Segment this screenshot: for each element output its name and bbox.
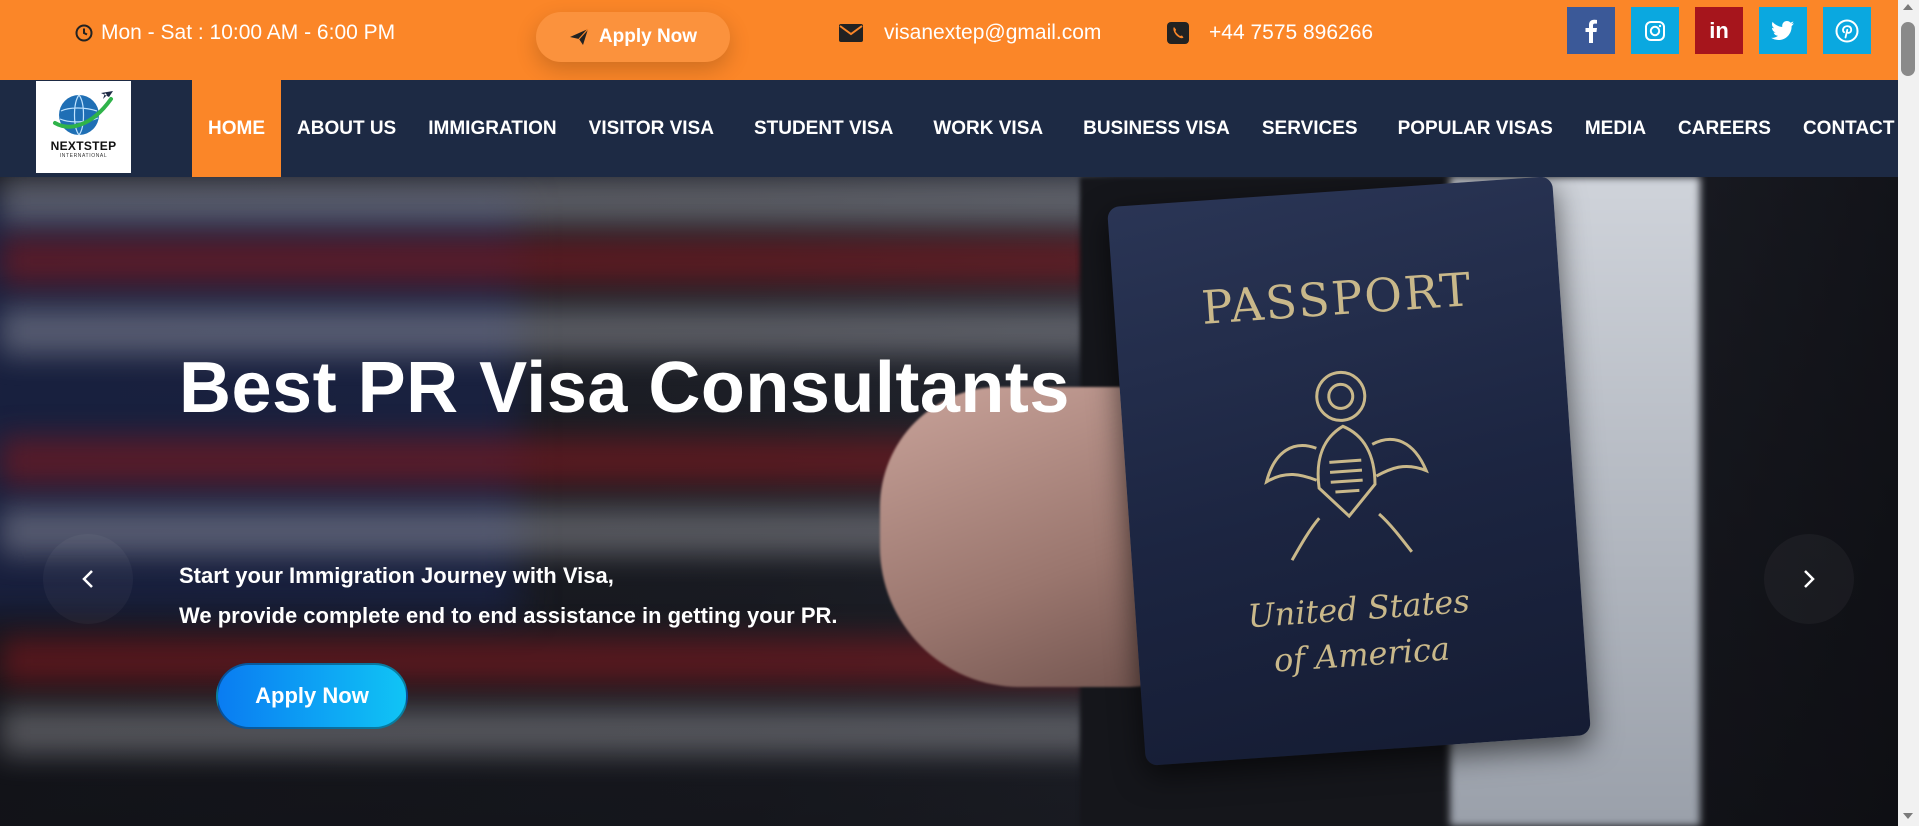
passport-title: PASSPORT (1199, 262, 1475, 335)
top-apply-now-label: Apply Now (598, 26, 698, 47)
logo-subtext: INTERNATIONAL (59, 153, 108, 159)
paper-plane-icon (569, 28, 589, 45)
top-apply-now-button[interactable]: Apply Now (536, 12, 730, 62)
hero-slider: PASSPORT United States of America Best P… (0, 177, 1898, 826)
nav-item-student-visa[interactable]: STUDENT VISA (734, 80, 913, 177)
twitter-button[interactable] (1759, 7, 1807, 54)
scroll-down-arrow-icon[interactable] (1903, 813, 1913, 819)
contact-phone-text: +44 7575 896266 (1209, 21, 1374, 44)
nav-item-popular-visas[interactable]: POPULAR VISAS (1378, 80, 1569, 177)
contact-phone[interactable]: +44 7575 896266 (1167, 0, 1373, 66)
flag-stripe-background (0, 237, 1100, 285)
envelope-icon (839, 24, 863, 42)
facebook-icon (1585, 19, 1597, 43)
phone-icon (1167, 22, 1189, 44)
slider-prev-button[interactable] (43, 534, 133, 624)
nav-item-services[interactable]: SERVICES (1246, 80, 1378, 177)
nav-item-visitor-visa[interactable]: VISITOR VISA (573, 80, 734, 177)
nav-item-media[interactable]: MEDIA (1569, 80, 1662, 177)
contact-email-text: visanextep@gmail.com (884, 21, 1102, 44)
nav-item-home[interactable]: HOME (192, 80, 281, 177)
facebook-button[interactable] (1567, 7, 1615, 54)
flag-stripe-background (0, 707, 1100, 755)
pinterest-button[interactable] (1823, 7, 1871, 54)
nav-item-work-visa[interactable]: WORK VISA (913, 80, 1063, 177)
globe-plane-logo-icon (52, 91, 113, 136)
contact-email[interactable]: visanextep@gmail.com (838, 0, 1101, 66)
hero-title: Best PR Visa Consultants (179, 348, 1070, 428)
logo-wordmark: NEXTSTEP (50, 139, 117, 153)
nextstep-logo[interactable]: NEXTSTEP INTERNATIONAL (36, 81, 131, 173)
chevron-left-icon (82, 570, 93, 588)
passport-image: PASSPORT United States of America (1107, 177, 1591, 766)
nav-item-business-visa[interactable]: BUSINESS VISA (1063, 80, 1246, 177)
nav-item-careers[interactable]: CAREERS (1662, 80, 1787, 177)
pinterest-icon (1835, 19, 1859, 42)
nav-item-about-us[interactable]: ABOUT US (281, 80, 412, 177)
passport-country: United States of America (1135, 570, 1586, 693)
eagle-seal-icon (1264, 370, 1429, 561)
hero-subtitle-line1: Start your Immigration Journey with Visa… (179, 563, 614, 588)
hero-subtitle-line2: We provide complete end to end assistanc… (179, 603, 838, 628)
instagram-icon (1645, 20, 1665, 41)
nav-menu: HOME ABOUT US IMMIGRATION VISITOR VISA S… (192, 80, 1910, 177)
business-hours: Mon - Sat : 10:00 AM - 6:00 PM (75, 0, 395, 66)
clock-icon (75, 24, 93, 42)
top-bar: Mon - Sat : 10:00 AM - 6:00 PM Apply Now… (0, 0, 1898, 80)
scroll-up-arrow-icon[interactable] (1903, 4, 1913, 10)
instagram-button[interactable] (1631, 7, 1679, 54)
business-hours-text: Mon - Sat : 10:00 AM - 6:00 PM (101, 21, 396, 44)
scrollbar-thumb[interactable] (1901, 22, 1915, 76)
twitter-icon (1771, 20, 1794, 40)
linkedin-button[interactable]: in (1695, 7, 1743, 54)
chevron-right-icon (1804, 570, 1815, 588)
hero-apply-now-button[interactable]: Apply Now (216, 663, 408, 729)
flag-stripe-background (0, 177, 1100, 225)
nav-item-immigration[interactable]: IMMIGRATION (412, 80, 572, 177)
page-scrollbar[interactable] (1898, 0, 1919, 826)
nav-item-contact[interactable]: CONTACT (1787, 80, 1910, 177)
linkedin-icon: in (1709, 17, 1729, 43)
slider-next-button[interactable] (1764, 534, 1854, 624)
main-nav-bar: NEXTSTEP INTERNATIONAL HOME ABOUT US IMM… (0, 80, 1898, 177)
